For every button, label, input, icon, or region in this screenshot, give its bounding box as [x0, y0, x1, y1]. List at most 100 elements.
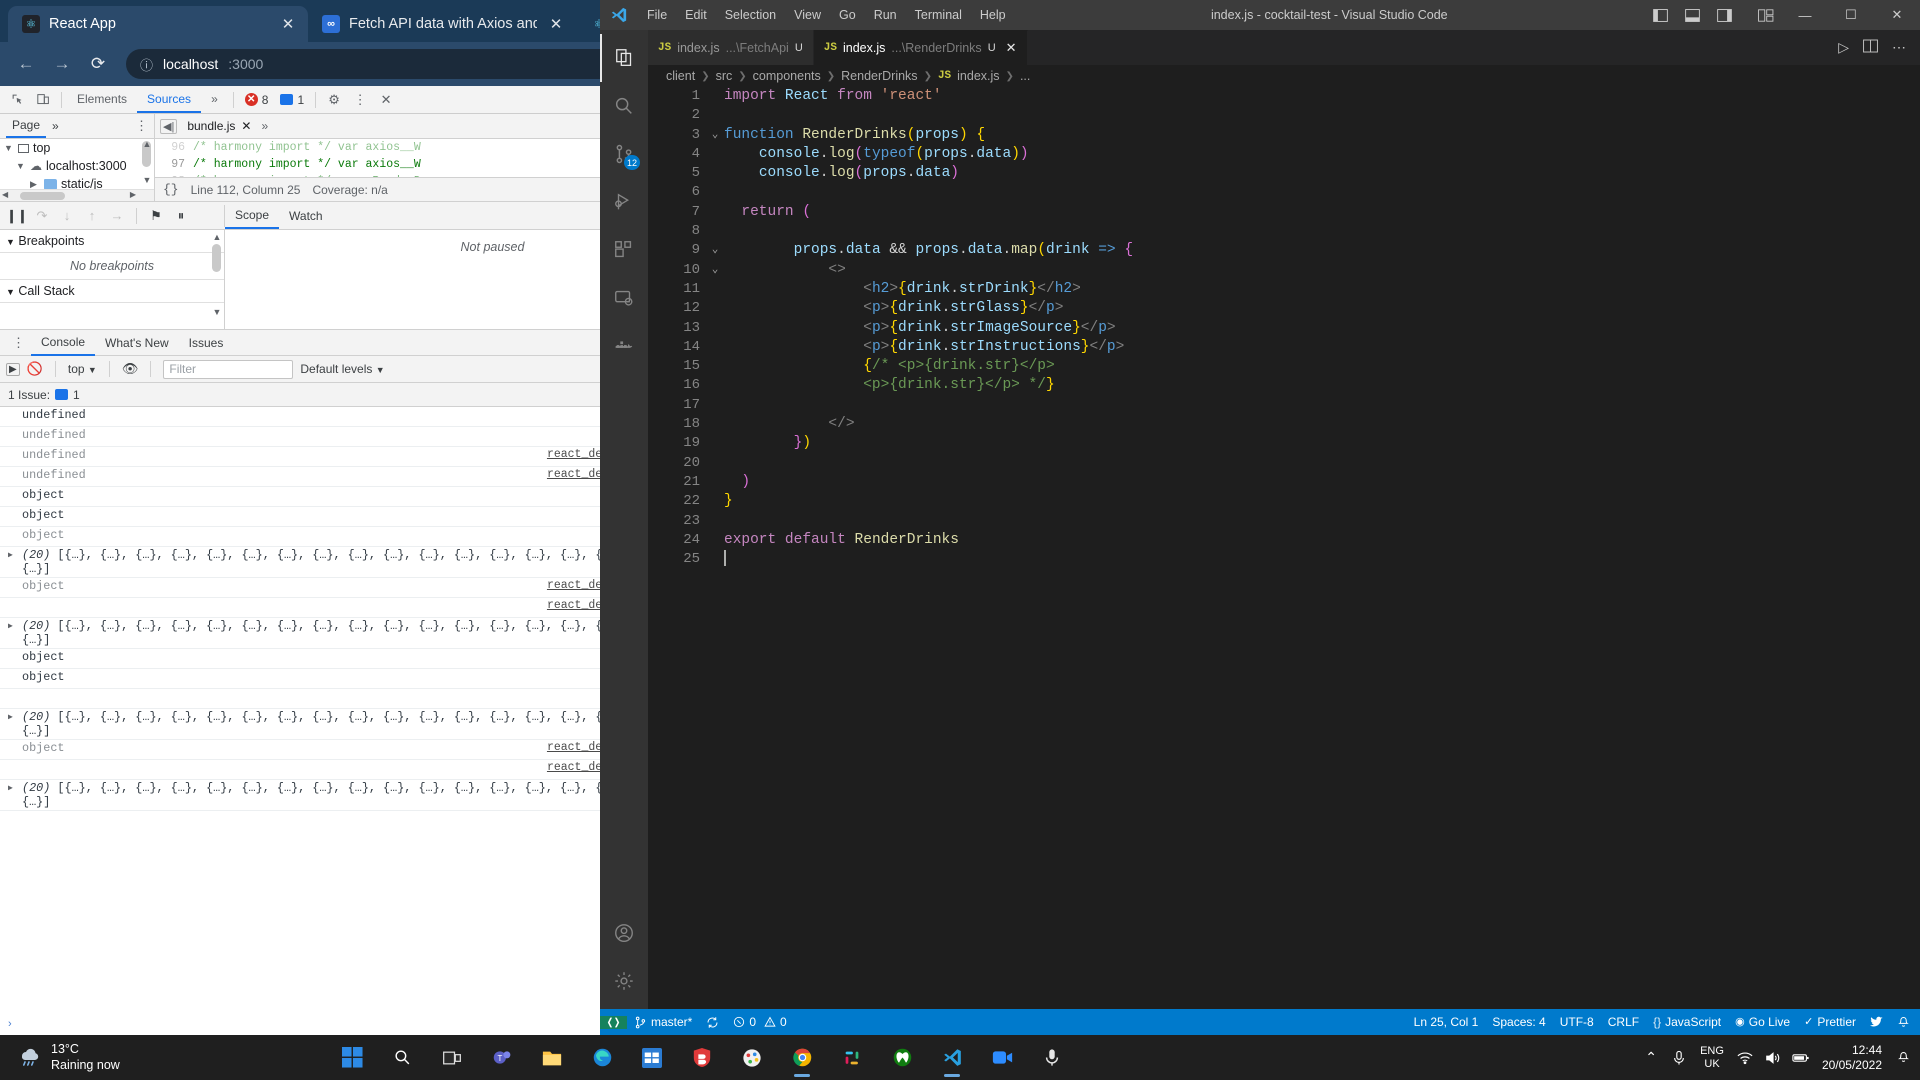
fold-chevron-icon[interactable]	[706, 203, 724, 222]
microphone-icon[interactable]	[1666, 1038, 1692, 1078]
scroll-down-arrow-icon[interactable]: ▼	[141, 175, 153, 185]
step-into-icon[interactable]: ↓	[56, 205, 78, 227]
back-button[interactable]: ←	[10, 48, 42, 80]
accounts-icon[interactable]	[600, 909, 648, 957]
inspect-element-icon[interactable]	[4, 88, 30, 112]
fold-chevron-icon[interactable]	[706, 376, 724, 395]
editor-code-line[interactable]: 21 )	[648, 473, 1920, 492]
editor-code-line[interactable]: 9 ⌄ props.data && props.data.map(drink =>…	[648, 241, 1920, 260]
fold-chevron-icon[interactable]	[706, 415, 724, 434]
split-editor-icon[interactable]	[1863, 39, 1878, 56]
expand-arrow-icon[interactable]: ▶	[8, 550, 13, 560]
reload-button[interactable]: ⟳	[82, 48, 114, 80]
go-live-button[interactable]: ◉ Go Live	[1728, 1009, 1797, 1035]
wifi-icon[interactable]	[1732, 1038, 1758, 1078]
settings-gear-icon[interactable]	[600, 957, 648, 1005]
more-actions-icon[interactable]: ⋯	[1892, 39, 1906, 56]
editor-code-line[interactable]: 2	[648, 106, 1920, 125]
expand-arrow-icon[interactable]: ▶	[8, 712, 13, 722]
scroll-up-arrow-icon[interactable]: ▲	[211, 232, 223, 242]
info-icon[interactable]: ⓘ	[140, 55, 153, 74]
pause-on-exceptions-icon[interactable]: ⏸	[170, 205, 192, 227]
teams-button[interactable]: T	[480, 1038, 524, 1078]
indentation-setting[interactable]: Spaces: 4	[1485, 1009, 1552, 1035]
editor-tab-fetchapi[interactable]: JS index.js ...\FetchApi U	[648, 30, 814, 65]
fold-chevron-icon[interactable]	[706, 454, 724, 473]
pretty-print-icon[interactable]: {}	[163, 182, 179, 197]
live-expression-icon[interactable]: 👁	[122, 361, 139, 377]
podcast-button[interactable]	[1030, 1038, 1074, 1078]
notifications-bell-icon[interactable]	[1890, 1009, 1920, 1035]
editor-code-line[interactable]: 20	[648, 454, 1920, 473]
breadcrumb-symbol[interactable]: ...	[1020, 69, 1030, 83]
devtools-tab-overflow[interactable]: »	[201, 86, 228, 113]
vscode-button[interactable]	[930, 1038, 974, 1078]
minimize-button[interactable]: —	[1782, 0, 1828, 30]
expand-arrow-icon[interactable]: ▶	[8, 621, 13, 631]
close-icon[interactable]: ✕	[278, 15, 298, 33]
explorer-icon[interactable]	[600, 34, 648, 82]
console-tab-console[interactable]: Console	[31, 329, 96, 356]
fold-chevron-icon[interactable]	[706, 434, 724, 453]
edge-button[interactable]	[580, 1038, 624, 1078]
close-icon[interactable]: ✕	[1006, 40, 1017, 56]
execution-context-icon[interactable]: ▶	[6, 362, 20, 376]
bitdefender-button[interactable]	[680, 1038, 724, 1078]
menu-terminal[interactable]: Terminal	[906, 0, 971, 30]
chevron-down-icon[interactable]: ▼	[4, 143, 14, 153]
start-button[interactable]	[330, 1038, 374, 1078]
fold-chevron-icon[interactable]: ⌄	[706, 126, 724, 145]
speaker-icon[interactable]	[1760, 1038, 1786, 1078]
chrome-button[interactable]	[780, 1038, 824, 1078]
scroll-down-arrow-icon[interactable]: ▼	[211, 307, 223, 317]
deactivate-breakpoints-icon[interactable]: ⚑	[145, 205, 167, 227]
devtools-tab-elements[interactable]: Elements	[67, 86, 137, 113]
browser-tab-fetch-api[interactable]: ∞ Fetch API data with Axios and dis ✕	[308, 6, 576, 42]
tree-item-top[interactable]: ▼ top	[0, 139, 154, 157]
fold-chevron-icon[interactable]	[706, 396, 724, 415]
show-hidden-icons-button[interactable]: ⌃	[1638, 1038, 1664, 1078]
editor-code-line[interactable]: 17	[648, 396, 1920, 415]
source-control-icon[interactable]: 12	[600, 130, 648, 178]
fold-chevron-icon[interactable]	[706, 183, 724, 202]
breadcrumb-client[interactable]: client	[666, 69, 695, 83]
editor-code-line[interactable]: 5 console.log(props.data)	[648, 164, 1920, 183]
customize-layout-icon[interactable]	[1750, 0, 1782, 30]
search-button[interactable]	[380, 1038, 424, 1078]
close-devtools-icon[interactable]: ✕	[373, 88, 399, 112]
clear-console-icon[interactable]: 🚫	[27, 361, 43, 377]
source-tab-bundle-js[interactable]: bundle.js ✕	[183, 119, 255, 133]
horizontal-scrollbar[interactable]: ◀ ▶	[0, 189, 154, 201]
debugger-tab-scope[interactable]: Scope	[225, 202, 280, 229]
console-filter-input[interactable]: Filter	[163, 359, 294, 379]
more-options-icon[interactable]: ⋮	[6, 335, 31, 351]
menu-help[interactable]: Help	[971, 0, 1015, 30]
editor-code-line[interactable]: 6	[648, 183, 1920, 202]
docker-icon[interactable]	[600, 322, 648, 370]
editor-code-line[interactable]: 18 </>	[648, 415, 1920, 434]
language-indicator[interactable]: ENG UK	[1694, 1045, 1730, 1070]
menu-file[interactable]: File	[638, 0, 676, 30]
code-editor[interactable]: 1 import React from 'react' 2 3 ⌄ function Re…	[648, 87, 1920, 1009]
editor-code-line[interactable]: 4 console.log(typeof(props.data))	[648, 145, 1920, 164]
cursor-position[interactable]: Ln 25, Col 1	[1407, 1009, 1486, 1035]
breakpoints-section-header[interactable]: ▼ Breakpoints	[0, 230, 224, 253]
error-badge[interactable]: ✕ 8	[239, 93, 275, 107]
fold-chevron-icon[interactable]	[706, 222, 724, 241]
vertical-scrollbar[interactable]	[212, 244, 221, 272]
fold-chevron-icon[interactable]	[706, 319, 724, 338]
fold-chevron-icon[interactable]	[706, 357, 724, 376]
scroll-left-arrow-icon[interactable]: ◀	[2, 190, 8, 199]
tree-item-localhost[interactable]: ▼ ☁ localhost:3000	[0, 157, 154, 175]
run-play-icon[interactable]: ▷	[1838, 39, 1849, 56]
git-branch-button[interactable]: master*	[627, 1009, 699, 1035]
forward-button[interactable]: →	[46, 48, 78, 80]
fold-chevron-icon[interactable]	[706, 164, 724, 183]
console-tab-whats-new[interactable]: What's New	[95, 329, 179, 356]
task-view-button[interactable]	[430, 1038, 474, 1078]
notification-icon[interactable]	[1896, 1038, 1910, 1078]
fold-chevron-icon[interactable]: ⌄	[706, 261, 724, 280]
breadcrumb-components[interactable]: components	[753, 69, 821, 83]
browser-tab-react-app[interactable]: ⚛ React App ✕	[8, 6, 308, 42]
problems-button[interactable]: 0 0	[726, 1009, 793, 1035]
